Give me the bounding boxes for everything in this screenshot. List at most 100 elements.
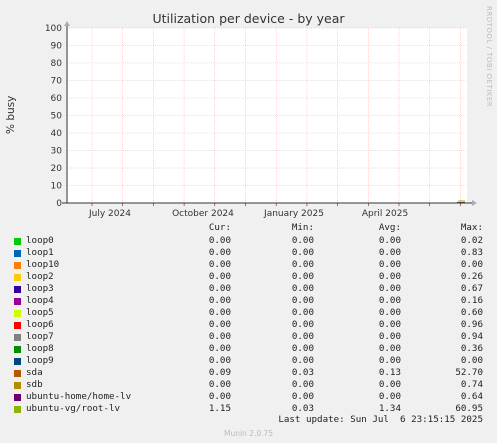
footer-version: Munin 2.0.75 [223,429,274,438]
legend-header-avg: Avg: [378,222,401,233]
legend-swatch [14,334,21,341]
x-tick-label: April 2025 [362,209,408,219]
legend-avg-value: 0.00 [378,391,401,402]
legend-row: loop1 0.00 0.00 0.00 0.83 [0,247,497,259]
legend-cur-value: 0.00 [208,271,231,282]
legend-header-max: Max: [460,222,483,233]
legend-max-value: 0.36 [460,343,483,354]
legend-avg-value: 0.00 [378,331,401,342]
legend-row: loop2 0.00 0.00 0.00 0.26 [0,271,497,283]
legend-min-value: 0.00 [291,331,314,342]
legend-avg-value: 0.00 [378,259,401,270]
legend-swatch [14,346,21,353]
legend-min-value: 0.00 [291,355,314,366]
legend-swatch [14,322,21,329]
legend-cur-value: 0.00 [208,259,231,270]
legend-series-name: sda [26,367,43,378]
legend-max-value: 0.00 [460,355,483,366]
legend-avg-value: 0.00 [378,247,401,258]
legend-cur-value: 0.00 [208,235,231,246]
legend-avg-value: 0.00 [378,283,401,294]
legend-row: loop3 0.00 0.00 0.00 0.67 [0,283,497,295]
legend-avg-value: 0.13 [378,367,401,378]
legend-cur-value: 0.09 [208,367,231,378]
x-tick-label: October 2024 [172,209,234,219]
legend-max-value: 0.00 [460,259,483,270]
legend-avg-value: 0.00 [378,379,401,390]
legend-row: sda 0.09 0.03 0.13 52.70 [0,367,497,379]
legend-avg-value: 0.00 [378,235,401,246]
legend-series-name: loop0 [26,235,54,246]
legend-row: sdb 0.00 0.00 0.00 0.74 [0,379,497,391]
legend-max-value: 0.83 [460,247,483,258]
legend-cur-value: 0.00 [208,319,231,330]
legend-max-value: 0.94 [460,331,483,342]
legend-series-name: loop8 [26,343,54,354]
legend-min-value: 0.00 [291,235,314,246]
legend-min-value: 0.00 [291,283,314,294]
legend-max-value: 52.70 [455,367,483,378]
legend-cur-value: 0.00 [208,295,231,306]
legend-series-name: loop6 [26,319,54,330]
legend-header-cur: Cur: [208,222,231,233]
x-tick-label: January 2025 [263,209,324,219]
legend-row: loop8 0.00 0.00 0.00 0.36 [0,343,497,355]
legend-series-name: ubuntu-home/home-lv [26,391,132,402]
y-tick-label: 0 [56,199,62,209]
legend-swatch [14,274,21,281]
legend-series-name: loop2 [26,271,54,282]
legend-header-min: Min: [291,222,314,233]
legend-swatch [14,238,21,245]
legend-row: loop7 0.00 0.00 0.00 0.94 [0,331,497,343]
legend-series-name: loop9 [26,355,54,366]
legend-max-value: 0.96 [460,319,483,330]
legend-series-name: loop7 [26,331,54,342]
legend-max-value: 0.60 [460,307,483,318]
legend-swatch [14,250,21,257]
x-tick-label: July 2024 [88,209,131,219]
legend-series-name: sdb [26,379,43,390]
legend-max-value: 0.02 [460,235,483,246]
legend: Cur: Min: Avg: Max: loop0 0.00 0.00 0.00 0.0… [0,222,497,415]
legend-avg-value: 0.00 [378,343,401,354]
legend-cur-value: 0.00 [208,391,231,402]
legend-swatch [14,310,21,317]
legend-max-value: 0.16 [460,295,483,306]
last-update: Last update: Sun Jul 6 23:15:15 2025 [278,414,483,425]
legend-min-value: 0.00 [291,295,314,306]
legend-swatch [14,370,21,377]
legend-min-value: 0.00 [291,259,314,270]
legend-min-value: 0.00 [291,379,314,390]
legend-row: loop4 0.00 0.00 0.00 0.16 [0,295,497,307]
legend-series-name: loop3 [26,283,54,294]
y-tick-label: 60 [51,94,63,104]
legend-swatch [14,298,21,305]
legend-swatch [14,394,21,401]
legend-cur-value: 0.00 [208,247,231,258]
legend-min-value: 0.00 [291,247,314,258]
y-tick-label: 90 [51,42,63,52]
legend-row: loop10 0.00 0.00 0.00 0.00 [0,259,497,271]
legend-min-value: 0.00 [291,343,314,354]
legend-max-value: 0.67 [460,283,483,294]
legend-row: loop6 0.00 0.00 0.00 0.96 [0,319,497,331]
legend-series-name: loop1 [26,247,54,258]
legend-series-name: loop10 [26,259,60,270]
legend-cur-value: 0.00 [208,355,231,366]
legend-swatch [14,286,21,293]
legend-header: Cur: Min: Avg: Max: [0,222,497,234]
legend-avg-value: 0.00 [378,307,401,318]
legend-row: loop5 0.00 0.00 0.00 0.60 [0,307,497,319]
legend-row: ubuntu-home/home-lv 0.00 0.00 0.00 0.64 [0,391,497,403]
legend-cur-value: 1.15 [208,403,231,414]
y-tick-label: 20 [51,164,63,174]
y-tick-label: 40 [51,129,63,139]
legend-max-value: 0.74 [460,379,483,390]
y-tick-label: 100 [45,24,62,34]
legend-swatch [14,358,21,365]
legend-series-name: loop4 [26,295,54,306]
legend-min-value: 0.00 [291,307,314,318]
x-axis-arrow [472,200,477,206]
legend-rows: loop0 0.00 0.00 0.00 0.02 loop1 0.00 0.00 0.00 0.… [0,235,497,415]
y-tick-label: 70 [51,77,63,87]
